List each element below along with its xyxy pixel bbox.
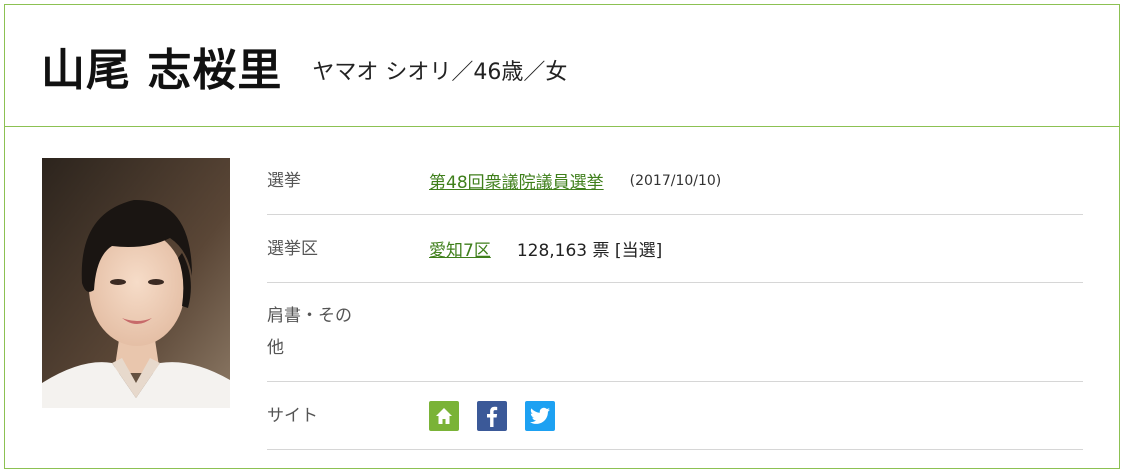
twitter-icon[interactable] <box>525 400 555 431</box>
candidate-name: 山尾 志桜里 <box>41 44 283 96</box>
site-label: サイト <box>267 405 318 426</box>
election-link[interactable]: 第48回衆議院議員選挙 <box>429 168 604 193</box>
election-label: 選挙 <box>267 170 301 191</box>
candidate-detail-table: 選挙 第48回衆議院議員選挙 (2017/10/10) 選挙区 愛知7区 128… <box>267 147 1083 450</box>
district-row: 選挙区 愛知7区 128,163 票 [当選] <box>267 215 1083 283</box>
district-label: 選挙区 <box>267 238 318 259</box>
site-row: サイト <box>267 382 1083 450</box>
district-link[interactable]: 愛知7区 <box>429 236 491 261</box>
candidate-body: 選挙 第48回衆議院議員選挙 (2017/10/10) 選挙区 愛知7区 128… <box>5 127 1119 467</box>
title-label: 肩書・その他 <box>267 306 352 358</box>
site-value <box>429 400 1083 431</box>
candidate-card: 山尾 志桜里 ヤマオ シオリ／46歳／女 選挙 第48回衆議院議員選挙 (201… <box>4 4 1120 469</box>
candidate-reading: ヤマオ シオリ／46歳／女 <box>312 59 568 85</box>
facebook-icon[interactable] <box>477 400 507 431</box>
election-date: (2017/10/10) <box>629 172 722 189</box>
election-row: 選挙 第48回衆議院議員選挙 (2017/10/10) <box>267 147 1083 215</box>
vote-count: 128,163 票 [当選] <box>516 241 663 261</box>
site-icons <box>429 400 555 431</box>
home-icon[interactable] <box>429 400 459 431</box>
district-value: 愛知7区 128,163 票 [当選] <box>429 236 1083 261</box>
election-value: 第48回衆議院議員選挙 (2017/10/10) <box>429 168 1083 194</box>
candidate-photo <box>42 158 230 408</box>
title-row: 肩書・その他 <box>267 283 1083 382</box>
candidate-header: 山尾 志桜里 ヤマオ シオリ／46歳／女 <box>5 5 1119 127</box>
